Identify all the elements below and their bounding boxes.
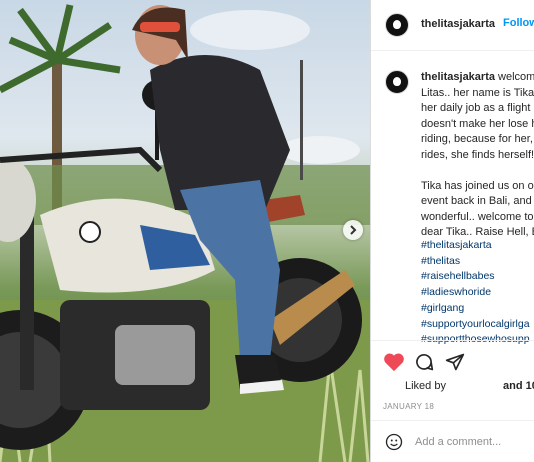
caption-line: doesn't make her lose h [421,117,534,130]
post-photo[interactable] [0,0,370,462]
next-arrow-icon[interactable] [343,220,363,240]
follow-button[interactable]: Follow [503,17,534,29]
post-date[interactable]: JANUARY 18 [383,402,434,411]
header-username[interactable]: thelitasjakarta [421,18,495,30]
likes-prefix: Liked by [405,380,446,392]
post-header: thelitasjakarta Follow [371,0,534,51]
emoji-icon[interactable] [385,433,403,456]
heart-icon[interactable] [383,352,405,377]
hashtag-list: #thelitasjakarta #thelitas #raisehellbab… [421,238,530,348]
caption-text: thelitasjakarta welcomi Litas.. her name… [421,70,534,241]
caption-line: Tika has joined us on ou [421,179,534,192]
caption-line: her daily job as a flight [421,102,531,114]
caption-line: riding, because for her, [421,133,533,145]
hashtag-link[interactable]: #raisehellbabes [421,269,530,285]
caption-first-line: thelitasjakarta welcomi [421,70,534,86]
share-icon[interactable] [445,352,465,377]
post-sidebar: thelitasjakarta Follow thelitasjakarta w… [370,0,534,462]
hashtag-link[interactable]: #thelitas [421,254,530,270]
avatar[interactable] [385,13,409,37]
likes-count[interactable]: and 10 [503,380,534,392]
hashtag-link[interactable]: #supportyourlocalgirlga [421,317,530,333]
caption-line: Litas.. her name is Tika ( [421,86,534,99]
caption-line: welcomi [498,71,534,83]
caption-avatar[interactable] [385,70,409,94]
motorcycle-photo [0,4,370,462]
comment-input[interactable]: Add a comment... [415,436,501,448]
caption-username[interactable]: thelitasjakarta [421,71,495,83]
hashtag-link[interactable]: #ladieswhoride [421,285,530,301]
hashtag-link[interactable]: #thelitasjakarta [421,238,530,254]
hashtag-link[interactable]: #girlgang [421,301,530,317]
caption-line: event back in Bali, and v [421,195,534,207]
caption-line: wonderful.. welcome to [421,210,534,223]
caption-line: rides, she finds herself! [421,148,534,161]
comment-icon[interactable] [414,352,434,377]
